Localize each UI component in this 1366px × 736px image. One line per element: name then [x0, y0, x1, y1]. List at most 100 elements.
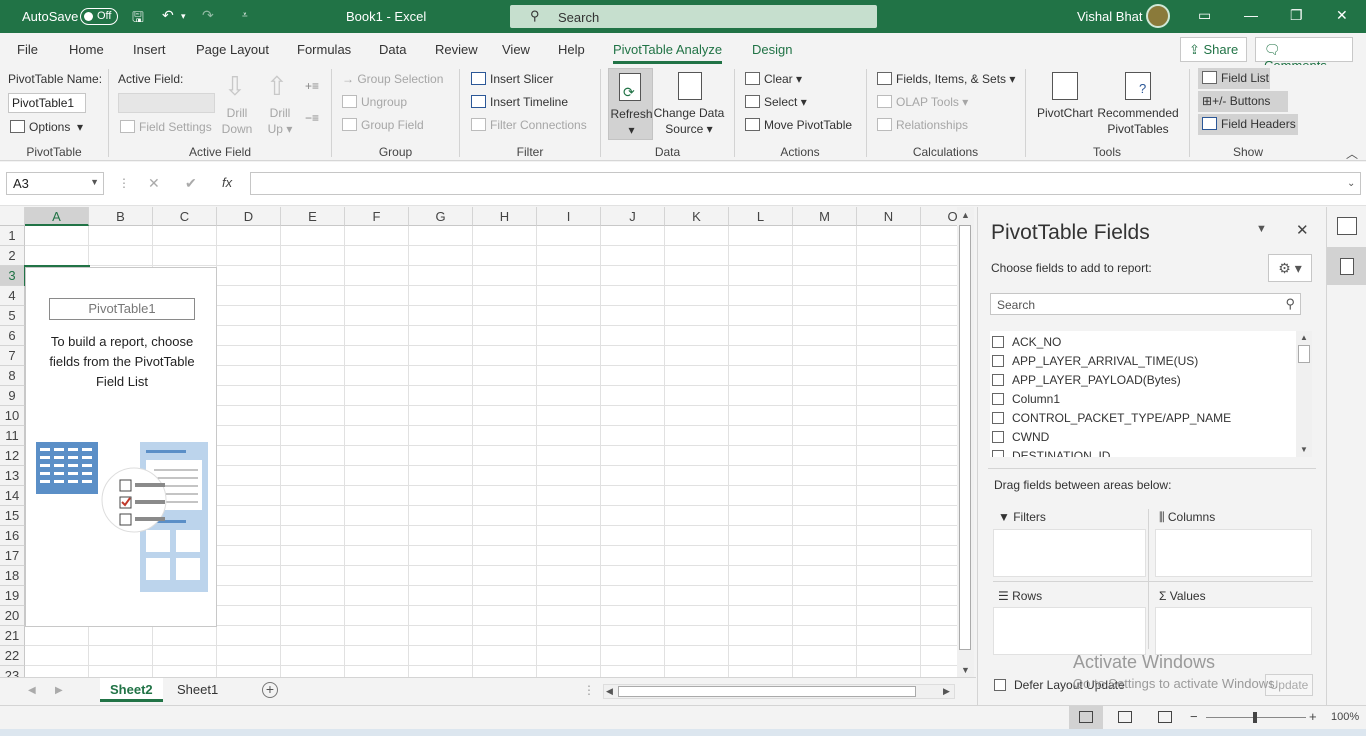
field-search-input[interactable]: Search ⚲ — [990, 293, 1301, 315]
column-header-d[interactable]: D — [217, 207, 281, 226]
horizontal-scrollbar[interactable]: ◀ ▶ — [603, 684, 955, 699]
group-field-button[interactable]: Group Field — [342, 118, 424, 132]
select-button[interactable]: Select ▾ — [745, 95, 807, 109]
tab-insert[interactable]: Insert — [133, 42, 166, 57]
field-item[interactable]: CWND — [992, 430, 1049, 449]
autosave-toggle[interactable]: Off — [80, 8, 118, 25]
field-list-toggle[interactable]: Field List — [1198, 68, 1270, 89]
drill-down-button[interactable]: Drill Down — [218, 105, 256, 137]
user-name[interactable]: Vishal Bhat — [1077, 9, 1143, 24]
expand-formula-icon[interactable]: ⌄ — [1347, 178, 1355, 189]
scroll-down-icon[interactable]: ▼ — [961, 665, 970, 675]
columns-drop-area[interactable] — [1155, 529, 1312, 577]
row-header-22[interactable]: 22 — [0, 646, 25, 666]
fields-items-sets-button[interactable]: Fields, Items, & Sets ▾ — [877, 72, 1015, 86]
field-item[interactable]: Column1 — [992, 392, 1060, 411]
field-checkbox[interactable] — [992, 374, 1004, 386]
pivottable-name-input[interactable]: PivotTable1 — [8, 93, 86, 113]
close-icon[interactable]: ✕ — [1336, 7, 1348, 24]
column-header-n[interactable]: N — [857, 207, 921, 226]
recommended-pivottables-button[interactable]: Recommended PivotTables — [1097, 105, 1179, 137]
change-data-source-button[interactable]: Change Data Source ▾ — [652, 105, 726, 137]
vertical-scroll-thumb[interactable] — [959, 225, 971, 650]
field-item[interactable]: DESTINATION_ID — [992, 449, 1110, 457]
page-break-view-icon[interactable] — [1158, 711, 1172, 723]
refresh-button[interactable]: ⟳ Refresh ▾ — [608, 68, 653, 140]
pivotchart-button[interactable]: PivotChart — [1034, 105, 1096, 121]
field-item[interactable]: APP_LAYER_PAYLOAD(Bytes) — [992, 373, 1181, 392]
save-icon[interactable]: 🖫 — [132, 7, 144, 31]
undo-icon[interactable]: ↶ — [162, 7, 174, 24]
row-header-10[interactable]: 10 — [0, 406, 25, 426]
column-header-g[interactable]: G — [409, 207, 473, 226]
field-item[interactable]: APP_LAYER_ARRIVAL_TIME(US) — [992, 354, 1198, 373]
column-header-a[interactable]: A — [25, 207, 89, 226]
normal-view-button[interactable] — [1069, 706, 1103, 729]
buttons-toggle[interactable]: ⊞+/- Buttons — [1198, 91, 1288, 112]
sheet-tab-sheet1[interactable]: Sheet1 — [167, 678, 228, 702]
row-header-18[interactable]: 18 — [0, 566, 25, 586]
expand-field-icon[interactable]: +≡ — [305, 79, 319, 93]
restore-icon[interactable]: ❐ — [1290, 7, 1303, 24]
row-header-19[interactable]: 19 — [0, 586, 25, 606]
column-header-b[interactable]: B — [89, 207, 153, 226]
scroll-right-icon[interactable]: ▶ — [943, 686, 950, 697]
search-box[interactable]: ⚲ Search — [510, 5, 877, 28]
sheet-tab-sheet2[interactable]: Sheet2 — [100, 678, 163, 702]
insert-function-icon[interactable]: fx — [222, 175, 232, 190]
minimize-icon[interactable]: — — [1244, 7, 1258, 23]
column-header-i[interactable]: I — [537, 207, 601, 226]
tab-pivottable-analyze[interactable]: PivotTable Analyze — [613, 42, 723, 64]
ungroup-button[interactable]: Ungroup — [342, 95, 407, 109]
rows-drop-area[interactable] — [993, 607, 1146, 655]
horizontal-scroll-thumb[interactable] — [618, 686, 916, 697]
values-drop-area[interactable] — [1155, 607, 1312, 655]
row-header-7[interactable]: 7 — [0, 346, 25, 366]
olap-tools-button[interactable]: OLAP Tools ▾ — [877, 95, 968, 109]
row-header-13[interactable]: 13 — [0, 466, 25, 486]
vertical-scrollbar[interactable]: ▲ ▼ — [957, 207, 974, 677]
column-header-k[interactable]: K — [665, 207, 729, 226]
pivottable-fields-pane-toggle[interactable] — [1327, 247, 1366, 285]
name-box[interactable]: A3 ▼ — [6, 172, 104, 195]
column-header-c[interactable]: C — [153, 207, 217, 226]
pane-options-icon[interactable]: ▼ — [1256, 223, 1267, 235]
field-checkbox[interactable] — [992, 431, 1004, 443]
customize-qat-icon[interactable]: ⩡ — [242, 10, 248, 21]
field-item[interactable]: ACK_NO — [992, 335, 1061, 354]
row-header-6[interactable]: 6 — [0, 326, 25, 346]
add-sheet-icon[interactable]: + — [262, 682, 278, 698]
next-sheet-icon[interactable]: ▶ — [55, 685, 63, 696]
row-header-16[interactable]: 16 — [0, 526, 25, 546]
field-checkbox[interactable] — [992, 355, 1004, 367]
field-checkbox[interactable] — [992, 450, 1004, 457]
avatar[interactable] — [1146, 4, 1170, 28]
row-header-8[interactable]: 8 — [0, 366, 25, 386]
column-header-j[interactable]: J — [601, 207, 665, 226]
field-headers-toggle[interactable]: Field Headers — [1198, 114, 1298, 135]
tab-formulas[interactable]: Formulas — [297, 42, 351, 57]
row-header-12[interactable]: 12 — [0, 446, 25, 466]
row-header-15[interactable]: 15 — [0, 506, 25, 526]
row-header-17[interactable]: 17 — [0, 546, 25, 566]
field-item[interactable]: CONTROL_PACKET_TYPE/APP_NAME — [992, 411, 1231, 430]
column-header-f[interactable]: F — [345, 207, 409, 226]
column-header-o[interactable]: O — [921, 207, 957, 226]
insert-timeline-button[interactable]: Insert Timeline — [471, 95, 568, 109]
zoom-level[interactable]: 100% — [1331, 711, 1359, 723]
defer-checkbox[interactable] — [994, 679, 1006, 691]
prev-sheet-icon[interactable]: ◀ — [28, 685, 36, 696]
row-header-4[interactable]: 4 — [0, 286, 25, 306]
row-header-1[interactable]: 1 — [0, 226, 25, 246]
row-header-21[interactable]: 21 — [0, 626, 25, 646]
formula-input[interactable] — [250, 172, 1361, 195]
redo-icon[interactable]: ↷ — [202, 7, 214, 24]
enter-icon[interactable]: ✔ — [185, 175, 197, 192]
insert-slicer-button[interactable]: Insert Slicer — [471, 72, 553, 86]
select-all-corner[interactable] — [0, 207, 25, 226]
close-pane-icon[interactable]: ✕ — [1296, 221, 1309, 239]
row-header-23[interactable]: 23 — [0, 666, 25, 677]
tab-design[interactable]: Design — [752, 42, 792, 57]
field-checkbox[interactable] — [992, 412, 1004, 424]
column-header-l[interactable]: L — [729, 207, 793, 226]
